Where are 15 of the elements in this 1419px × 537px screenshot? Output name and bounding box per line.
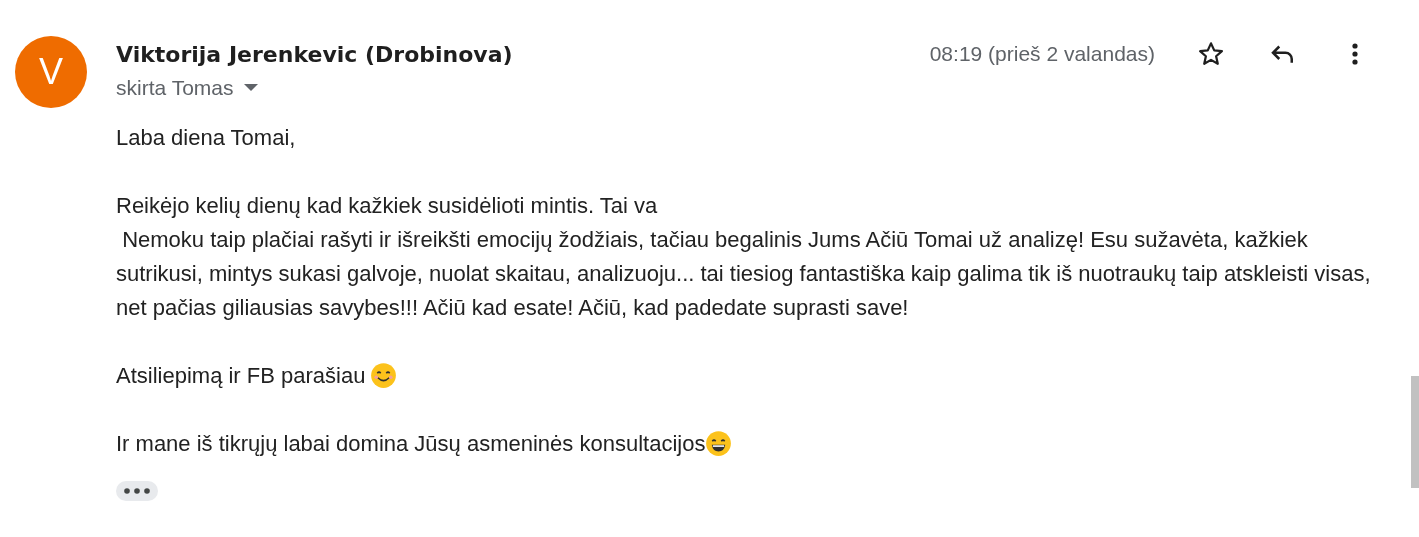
smiling-face-icon: [705, 429, 733, 457]
caret-icon: [244, 83, 259, 92]
message-paragraph: Laba diena Tomai,: [116, 124, 296, 150]
sender-name: Viktorija Jerenkevic (Drobinova): [116, 40, 513, 69]
scrollbar[interactable]: [1411, 376, 1419, 488]
message-paragraph: Ir mane iš tikrųjų labai domina Jūsų asmeninės konsultacijos: [116, 430, 706, 456]
smiling-face-icon: [370, 361, 398, 389]
more-icon: [1351, 42, 1359, 66]
timestamp: 08:19 (prieš 2 valandas): [929, 41, 1155, 68]
ellipsis-icon: [124, 487, 150, 494]
message-paragraph: Reikėjo kelių dienų kad kažkiek susidėlioti mintis. Tai va Nemoku taip plačiai rašyti ir išreikšti emocijų žodžiais, tačiau begalinis Jums Ačiū Tomai už analizę! Esu sužavėta, kažkiek sutrikusi, mintys sukasi galvoje, nuolat skaitau, analizuoju... tai tiesiog fantastiška kaip galima tik iš nuotraukų taip atskleisti visas, net pačias giliausias savybes!!! Ačiū kad esate! Ačiū, kad padedate suprasti save!: [116, 192, 1372, 320]
recipient-label: skirta Tomas: [116, 75, 234, 101]
avatar: V: [15, 36, 87, 108]
message-paragraph: Atsiliepimą ir FB parašiau: [116, 362, 366, 388]
show-trimmed-button[interactable]: [116, 480, 158, 501]
